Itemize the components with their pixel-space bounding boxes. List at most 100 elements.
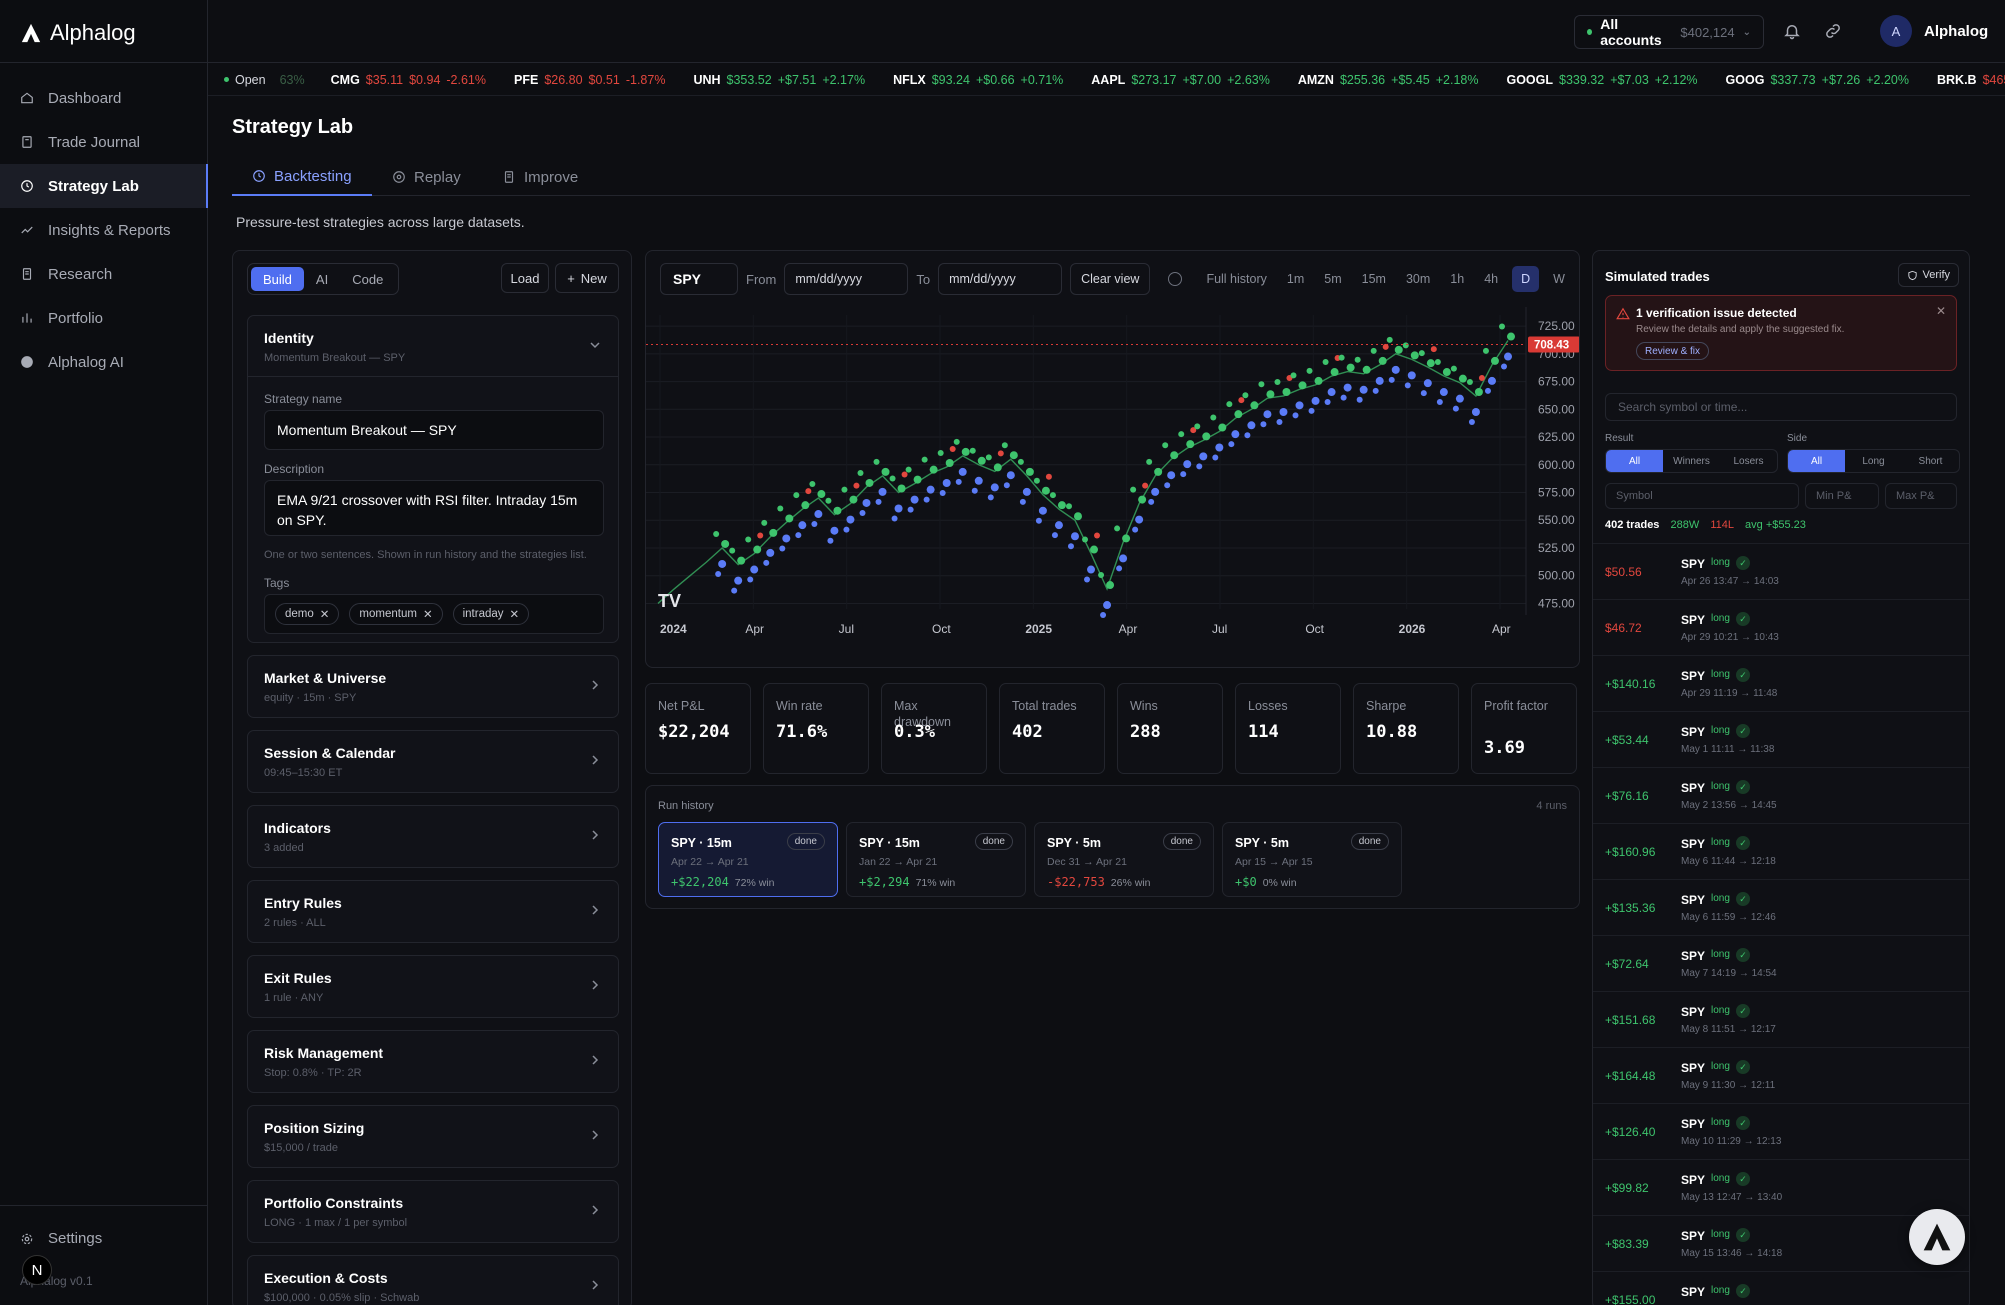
run-dates: Apr 22 → Apr 21 xyxy=(671,856,749,868)
result-all[interactable]: All xyxy=(1606,450,1663,472)
username[interactable]: Alphalog xyxy=(1924,23,1988,40)
mode-code[interactable]: Code xyxy=(340,267,395,291)
max-pnl-input[interactable]: Max P& xyxy=(1885,483,1957,509)
verify-button[interactable]: Verify xyxy=(1898,263,1959,287)
symbol-filter-input[interactable]: Symbol xyxy=(1605,483,1799,509)
timeframe-1m[interactable]: 1m xyxy=(1281,272,1310,286)
timeframe-30m[interactable]: 30m xyxy=(1400,272,1436,286)
sidebar-item-settings[interactable]: Settings xyxy=(20,1230,102,1247)
trade-row[interactable]: +$76.16 SPY long ✓ May 2 13:56 → 14:45 xyxy=(1593,767,1969,823)
full-history-button[interactable]: Full history xyxy=(1200,272,1272,286)
timeframe-D[interactable]: D xyxy=(1512,266,1540,292)
ai-assistant-button[interactable] xyxy=(1909,1209,1965,1265)
load-button[interactable]: Load xyxy=(501,263,549,293)
tab-improve[interactable]: Improve xyxy=(482,158,598,196)
ticker-item[interactable]: UNH $353.52 +$7.51 +2.17% xyxy=(693,73,865,87)
result-losers[interactable]: Losers xyxy=(1720,450,1777,472)
ticker-item[interactable]: GOOG $337.73 +$7.26 +2.20% xyxy=(1726,73,1909,87)
close-icon[interactable]: ✕ xyxy=(423,607,433,621)
price-chart[interactable]: 475.00 500.00 525.00 550.00 575.00 600.00 625.… xyxy=(646,307,1580,642)
trade-search-input[interactable]: Search symbol or time... xyxy=(1605,393,1957,421)
side-short[interactable]: Short xyxy=(1902,450,1959,472)
trade-row[interactable]: +$53.44 SPY long ✓ May 1 11:11 → 11:38 xyxy=(1593,711,1969,767)
ticker-item[interactable]: NFLX $93.24 +$0.66 +0.71% xyxy=(893,73,1063,87)
run-card[interactable]: SPY · 5m done Apr 15 → Apr 15 +$0 0% win xyxy=(1222,822,1402,897)
trade-row[interactable]: +$155.00 SPY long ✓ xyxy=(1593,1271,1969,1305)
tab-replay[interactable]: Replay xyxy=(372,158,481,196)
close-icon[interactable]: ✕ xyxy=(320,607,330,621)
stat-win-rate: Win rate 71.6% xyxy=(763,683,869,774)
bell-icon[interactable] xyxy=(1783,22,1801,40)
trade-row[interactable]: +$164.48 SPY long ✓ May 9 11:30 → 12:11 xyxy=(1593,1047,1969,1103)
tag-chip[interactable]: demo ✕ xyxy=(275,603,340,625)
timeframe-W[interactable]: W xyxy=(1547,272,1571,286)
trade-row[interactable]: +$151.68 SPY long ✓ May 8 11:51 → 12:17 xyxy=(1593,991,1969,1047)
link-icon[interactable] xyxy=(1824,22,1842,40)
mode-ai[interactable]: AI xyxy=(304,267,340,291)
sidebar-item-trade-journal[interactable]: Trade Journal xyxy=(0,120,208,164)
trade-row[interactable]: +$99.82 SPY long ✓ May 13 12:47 → 13:40 xyxy=(1593,1159,1969,1215)
to-date-input[interactable]: mm/dd/yyyy xyxy=(938,263,1063,295)
section-risk-management[interactable]: Risk Management Stop: 0.8% · TP: 2R xyxy=(247,1030,619,1093)
section-portfolio-constraints[interactable]: Portfolio Constraints LONG · 1 max / 1 pe… xyxy=(247,1180,619,1243)
strategy-name-input[interactable]: Momentum Breakout — SPY xyxy=(264,410,604,450)
section-position-sizing[interactable]: Position Sizing $15,000 / trade xyxy=(247,1105,619,1168)
trade-row[interactable]: +$126.40 SPY long ✓ May 10 11:29 → 12:13 xyxy=(1593,1103,1969,1159)
app-logo[interactable]: Alphalog xyxy=(20,20,136,46)
n-badge[interactable]: N xyxy=(22,1255,52,1285)
timeframe-4h[interactable]: 4h xyxy=(1478,272,1504,286)
timeframe-1h[interactable]: 1h xyxy=(1444,272,1470,286)
section-session-calendar[interactable]: Session & Calendar 09:45–15:30 ET xyxy=(247,730,619,793)
run-card[interactable]: SPY · 5m done Dec 31 → Apr 21 -$22,753 26% w… xyxy=(1034,822,1214,897)
info-icon[interactable] xyxy=(1168,272,1183,286)
sidebar-item-insights-reports[interactable]: Insights & Reports xyxy=(0,208,208,252)
mode-build[interactable]: Build xyxy=(251,267,304,291)
side-long[interactable]: Long xyxy=(1845,450,1902,472)
tag-chip[interactable]: momentum ✕ xyxy=(349,603,443,625)
tags-input[interactable]: demo ✕ momentum ✕ intraday ✕ xyxy=(264,594,604,634)
ticker-item[interactable]: CMG $35.11 $0.94 -2.61% xyxy=(331,73,486,87)
section-indicators[interactable]: Indicators 3 added xyxy=(247,805,619,868)
tag-chip[interactable]: intraday ✕ xyxy=(452,603,530,625)
ticker-item[interactable]: AAPL $273.17 +$7.00 +2.63% xyxy=(1091,73,1270,87)
close-icon[interactable]: ✕ xyxy=(1936,304,1946,318)
symbol-input[interactable]: SPY xyxy=(660,263,738,295)
sidebar-item-research[interactable]: Research xyxy=(0,252,208,296)
trade-side: long xyxy=(1711,949,1730,960)
close-icon[interactable]: ✕ xyxy=(510,607,520,621)
trade-row[interactable]: +$140.16 SPY long ✓ Apr 29 11:19 → 11:48 xyxy=(1593,655,1969,711)
new-button[interactable]: + New xyxy=(555,263,619,293)
review-fix-button[interactable]: Review & fix xyxy=(1636,342,1710,360)
result-winners[interactable]: Winners xyxy=(1663,450,1720,472)
section-entry-rules[interactable]: Entry Rules 2 rules · ALL xyxy=(247,880,619,943)
ticker-item[interactable]: BRK.B $465.40 xyxy=(1937,73,2005,87)
run-card[interactable]: SPY · 15m done Jan 22 → Apr 21 +$2,294 71% w… xyxy=(846,822,1026,897)
run-card[interactable]: SPY · 15m done Apr 22 → Apr 21 +$22,204 72% … xyxy=(658,822,838,897)
ticker-item[interactable]: PFE $26.80 $0.51 -1.87% xyxy=(514,73,665,87)
account-selector[interactable]: All accounts $402,124 ⌄ xyxy=(1574,15,1764,49)
sidebar-item-alphalog-ai[interactable]: Alphalog AI xyxy=(0,340,208,384)
ticker-item[interactable]: GOOGL $339.32 +$7.03 +2.12% xyxy=(1506,73,1697,87)
side-all[interactable]: All xyxy=(1788,450,1845,472)
avatar[interactable]: A xyxy=(1880,15,1912,47)
sidebar-item-strategy-lab[interactable]: Strategy Lab xyxy=(0,164,208,208)
description-input[interactable]: EMA 9/21 crossover with RSI filter. Intr… xyxy=(264,480,604,536)
trade-row[interactable]: +$135.36 SPY long ✓ May 6 11:59 → 12:46 xyxy=(1593,879,1969,935)
sidebar-item-dashboard[interactable]: Dashboard xyxy=(0,76,208,120)
section-exit-rules[interactable]: Exit Rules 1 rule · ANY xyxy=(247,955,619,1018)
timeframe-5m[interactable]: 5m xyxy=(1318,272,1347,286)
trade-row[interactable]: $50.56 SPY long ✓ Apr 26 13:47 → 14:03 xyxy=(1593,543,1969,599)
trade-row[interactable]: +$72.64 SPY long ✓ May 7 14:19 → 14:54 xyxy=(1593,935,1969,991)
min-pnl-input[interactable]: Min P& xyxy=(1805,483,1879,509)
ticker-item[interactable]: AMZN $255.36 +$5.45 +2.18% xyxy=(1298,73,1479,87)
tab-backtesting[interactable]: Backtesting xyxy=(232,158,372,196)
from-date-input[interactable]: mm/dd/yyyy xyxy=(784,263,909,295)
chevron-down-icon[interactable] xyxy=(590,340,600,350)
section-execution-costs[interactable]: Execution & Costs $100,000 · 0.05% slip ·… xyxy=(247,1255,619,1305)
sidebar-item-portfolio[interactable]: Portfolio xyxy=(0,296,208,340)
section-market-universe[interactable]: Market & Universe equity · 15m · SPY xyxy=(247,655,619,718)
trade-row[interactable]: $46.72 SPY long ✓ Apr 29 10:21 → 10:43 xyxy=(1593,599,1969,655)
trade-row[interactable]: +$160.96 SPY long ✓ May 6 11:44 → 12:18 xyxy=(1593,823,1969,879)
clear-view-button[interactable]: Clear view xyxy=(1070,263,1151,295)
timeframe-15m[interactable]: 15m xyxy=(1356,272,1392,286)
